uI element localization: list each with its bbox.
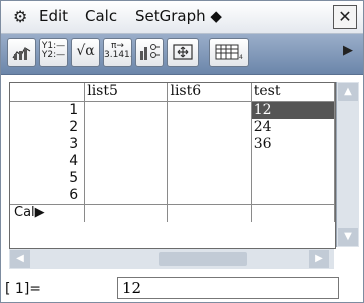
resize-window-icon xyxy=(173,44,193,60)
grid-header-row: list5 list6 test xyxy=(10,83,336,102)
list6-cell[interactable] xyxy=(167,170,252,187)
stat-editor-window: ⚙ Edit Calc SetGraph ◆ ✕ Y1:— Y2:— √α π→… xyxy=(0,0,364,303)
list-grid: list5 list6 test 1 12 2 24 3 36 4 5 6 Ca… xyxy=(9,82,336,249)
vertical-scrollbar[interactable]: ▲ ▼ xyxy=(336,82,359,247)
table-row: 2 24 xyxy=(10,119,336,136)
list6-cell[interactable] xyxy=(167,119,252,136)
header-test[interactable]: test xyxy=(251,83,336,102)
menu-bar: ⚙ Edit Calc SetGraph ◆ ✕ xyxy=(1,1,363,34)
list-columns-button[interactable]: 4 xyxy=(209,38,249,67)
test-cell[interactable]: 36 xyxy=(251,136,336,153)
header-list6[interactable]: list6 xyxy=(167,83,252,102)
row-number: 3 xyxy=(10,136,86,153)
table-row: 1 12 xyxy=(10,101,336,119)
main-calc-button[interactable]: √α xyxy=(71,38,100,67)
scroll-left-icon[interactable]: ◀ xyxy=(10,250,30,268)
list6-cell[interactable] xyxy=(167,101,252,119)
stat-graph-icon xyxy=(12,47,30,60)
menu-setgraph[interactable]: SetGraph ◆ xyxy=(135,7,222,25)
resize-window-button[interactable] xyxy=(167,38,199,67)
list5-cell[interactable] xyxy=(84,170,169,187)
test-cell[interactable]: 24 xyxy=(251,119,336,136)
close-button[interactable]: ✕ xyxy=(333,5,357,29)
header-corner xyxy=(10,83,86,102)
table-row: 5 xyxy=(10,170,336,187)
number-format-line2: 3.141.. xyxy=(104,50,131,61)
test-cell[interactable] xyxy=(251,170,336,187)
row-number: 5 xyxy=(10,170,86,187)
row-number: 4 xyxy=(10,153,86,170)
table-row: 6 xyxy=(10,187,336,205)
list6-cal-cell[interactable] xyxy=(167,204,252,222)
test-cell-selected[interactable]: 12 xyxy=(251,101,336,119)
graph-editor-line2: Y2:— xyxy=(41,50,66,61)
graph-editor-button[interactable]: Y1:— Y2:— xyxy=(39,38,68,67)
scroll-down-icon[interactable]: ▼ xyxy=(338,228,358,246)
graph-settings-button[interactable] xyxy=(135,38,164,67)
gear-icon[interactable]: ⚙ xyxy=(13,7,27,26)
list5-cell[interactable] xyxy=(84,153,169,170)
number-format-button[interactable]: π→ 3.141.. xyxy=(103,38,132,67)
stat-graph-button[interactable] xyxy=(7,38,36,67)
cal-label[interactable]: Cal▶ xyxy=(10,204,86,222)
table-row: 3 36 xyxy=(10,136,336,153)
header-list5[interactable]: list5 xyxy=(84,83,169,102)
list-columns-icon: 4 xyxy=(215,44,243,61)
list5-cal-cell[interactable] xyxy=(84,204,169,222)
scroll-right-icon[interactable]: ▶ xyxy=(309,250,329,268)
row-number: 1 xyxy=(10,101,86,119)
list6-cell[interactable] xyxy=(167,136,252,153)
row-number: 2 xyxy=(10,119,86,136)
cal-row: Cal▶ xyxy=(10,204,336,222)
graph-settings-icon xyxy=(139,44,160,60)
list5-cell[interactable] xyxy=(84,119,169,136)
horizontal-scroll-thumb[interactable] xyxy=(159,252,247,266)
toolbar: Y1:— Y2:— √α π→ 3.141.. xyxy=(1,34,363,75)
list6-cell[interactable] xyxy=(167,153,252,170)
list6-cell[interactable] xyxy=(167,187,252,205)
table-row: 4 xyxy=(10,153,336,170)
row-number: 6 xyxy=(10,187,86,205)
list5-cell[interactable] xyxy=(84,101,169,119)
menu-calc[interactable]: Calc xyxy=(85,7,117,25)
svg-text:4: 4 xyxy=(239,54,243,61)
horizontal-scrollbar[interactable]: ◀ ▶ xyxy=(9,249,334,269)
toolbar-more-button[interactable]: ▶ xyxy=(337,38,359,67)
list5-cell[interactable] xyxy=(84,136,169,153)
menu-edit[interactable]: Edit xyxy=(39,7,68,25)
test-cal-cell[interactable] xyxy=(251,204,336,222)
cell-position-label: [ 1]= xyxy=(5,281,42,297)
test-cell[interactable] xyxy=(251,187,336,205)
cell-entry-input[interactable]: 12 xyxy=(117,277,339,299)
list5-cell[interactable] xyxy=(84,187,169,205)
test-cell[interactable] xyxy=(251,153,336,170)
scroll-up-icon[interactable]: ▲ xyxy=(338,83,358,101)
